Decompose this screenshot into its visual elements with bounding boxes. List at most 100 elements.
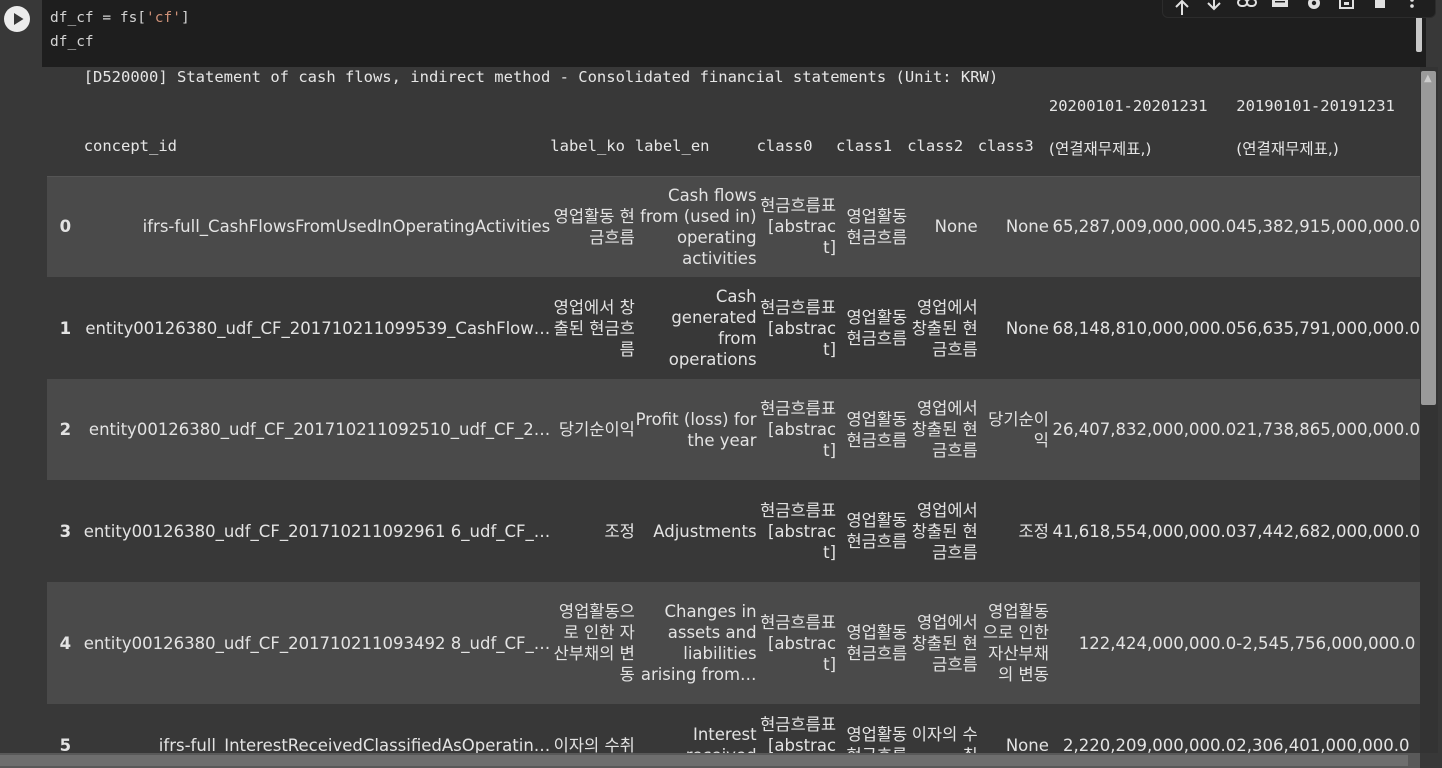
cell-output: [D520000] Statement of cash flows, indir… — [0, 67, 1442, 768]
cell-label-ko: 영업활동으로 인한 자산부채의 변동 — [550, 582, 635, 704]
cell-value-2019: 37,442,682,000,000.0 — [1236, 480, 1420, 582]
cell-class2: 이자의 수취 — [907, 704, 978, 753]
index-header-blank — [47, 137, 84, 177]
row-index: 5 — [47, 704, 84, 753]
cell-concept-id: entity00126380_udf_CF_201710211092961 6_… — [83, 480, 551, 582]
code-line: df_cf = fs['cf'] — [50, 6, 190, 30]
table-title: [D520000] Statement of cash flows, indir… — [84, 67, 1049, 137]
table-row: 0 ifrs-full_CashFlowsFromUsedInOperating… — [47, 176, 1420, 277]
run-cell-button[interactable] — [4, 6, 30, 32]
more-icon[interactable] — [1401, 0, 1423, 17]
column-header-label-ko: label_ko — [550, 137, 635, 177]
row-index: 1 — [47, 277, 84, 379]
cell-class1: 영업활동 현금흐름 — [836, 704, 908, 753]
cell-class3: 영업활동으로 인한 자산부채의 변동 — [977, 582, 1049, 704]
row-index: 2 — [47, 379, 84, 480]
column-header-class0: class0 — [756, 137, 837, 177]
gear-icon[interactable] — [1303, 0, 1325, 17]
cell-label-en: Interest received — [634, 704, 757, 753]
dataframe-table: [D520000] Statement of cash flows, indir… — [47, 67, 1420, 753]
column-header-consolidated-2019: (연결재무제표,) — [1236, 137, 1420, 177]
header-row-title: [D520000] Statement of cash flows, indir… — [47, 67, 1420, 137]
column-header-label-en: label_en — [634, 137, 757, 177]
cell-toolbar — [1162, 0, 1436, 18]
column-header-consolidated-2020: (연결재무제표,) — [1048, 137, 1237, 177]
cell-class2: 영업에서 창출된 현금흐름 — [907, 480, 978, 582]
cell-class2: None — [907, 176, 978, 277]
column-header-class3: class3 — [977, 137, 1049, 177]
cell-value-2020: 26,407,832,000,000.0 — [1048, 379, 1237, 480]
cell-concept-id: entity00126380_udf_CF_201710211092510_ud… — [83, 379, 551, 480]
cell-label-ko: 이자의 수취 — [550, 704, 635, 753]
cell-label-en: Profit (loss) for the year — [634, 379, 757, 480]
link-icon[interactable] — [1236, 0, 1258, 17]
cell-label-en: Cash flows from (used in) operating acti… — [634, 176, 757, 277]
cell-value-2019: 56,635,791,000,000.0 — [1236, 277, 1420, 379]
cell-label-en: Cash generated from operations — [634, 277, 757, 379]
period-header-2019: 20190101-20191231 — [1236, 97, 1395, 115]
cell-class1: 영업활동 현금흐름 — [836, 277, 908, 379]
cell-class3: None — [977, 277, 1049, 379]
cell-value-2020: 2,220,209,000,000.0 — [1048, 704, 1237, 753]
cell-class0: 현금흐름표 [abstract] — [756, 704, 837, 753]
cell-label-en: Adjustments — [634, 480, 757, 582]
cell-class1: 영업활동 현금흐름 — [836, 480, 908, 582]
output-vertical-scroll-thumb[interactable] — [1421, 71, 1436, 405]
cell-value-2019: 45,382,915,000,000.0 — [1236, 176, 1420, 277]
code-cell: df_cf = fs['cf'] df_cf — [0, 0, 1442, 67]
cell-class3: 당기순이익 — [977, 379, 1049, 480]
mirror-cell-icon[interactable] — [1336, 0, 1358, 17]
row-index: 3 — [47, 480, 84, 582]
cell-class3: None — [977, 176, 1049, 277]
cell-value-2020: 41,618,554,000,000.0 — [1048, 480, 1237, 582]
table-row: 4 entity00126380_udf_CF_201710211093492 … — [47, 582, 1420, 704]
cell-class0: 현금흐름표 [abstract] — [756, 480, 837, 582]
cell-value-2019: -2,545,756,000,000.0 — [1236, 582, 1420, 704]
cell-class3: 조정 — [977, 480, 1049, 582]
cell-label-en: Changes in assets and liabilities arisin… — [634, 582, 757, 704]
code-string-literal: 'cf' — [146, 10, 181, 26]
cell-value-2020: 65,287,009,000,000.0 — [1048, 176, 1237, 277]
cell-class3: None — [977, 704, 1049, 753]
cell-concept-id: ifrs-full_InterestReceivedClassifiedAsOp… — [83, 704, 551, 753]
cell-label-ko: 당기순이익 — [550, 379, 635, 480]
cell-label-ko: 조정 — [550, 480, 635, 582]
comment-icon[interactable] — [1269, 0, 1291, 17]
row-index: 4 — [47, 582, 84, 704]
cell-concept-id: entity00126380_udf_CF_201710211093492 8_… — [83, 582, 551, 704]
cell-class1: 영업활동 현금흐름 — [836, 582, 908, 704]
cell-value-2020: 122,424,000,000.0 — [1048, 582, 1237, 704]
table-row: 3 entity00126380_udf_CF_201710211092961 … — [47, 480, 1420, 582]
header-row-columns: concept_id label_ko label_en class0 clas… — [47, 137, 1420, 177]
row-index: 0 — [47, 176, 84, 277]
table-row: 1 entity00126380_udf_CF_201710211099539_… — [47, 277, 1420, 379]
cell-label-ko: 영업에서 창출된 현금흐름 — [550, 277, 635, 379]
cell-class1: 영업활동 현금흐름 — [836, 176, 908, 277]
cell-concept-id: entity00126380_udf_CF_201710211099539_Ca… — [83, 277, 551, 379]
arrow-up-icon[interactable] — [1171, 0, 1193, 17]
code-text: ] — [180, 10, 190, 26]
column-header-class1: class1 — [836, 137, 908, 177]
cell-gutter — [0, 0, 42, 67]
table-row: 2 entity00126380_udf_CF_201710211092510_… — [47, 379, 1420, 480]
scroll-up-arrow-icon[interactable]: ▲ — [1424, 73, 1432, 84]
code-scrollbar[interactable] — [1416, 16, 1422, 52]
cell-label-ko: 영업활동 현금흐름 — [550, 176, 635, 277]
cell-class2: 영업에서 창출된 현금흐름 — [907, 277, 978, 379]
table-row: 5 ifrs-full_InterestReceivedClassifiedAs… — [47, 704, 1420, 753]
cell-class0: 현금흐름표 [abstract] — [756, 277, 837, 379]
period-header-2020: 20200101-20201231 — [1048, 97, 1208, 115]
cell-class1: 영업활동 현금흐름 — [836, 379, 908, 480]
index-header-blank — [47, 67, 84, 137]
code-line: df_cf — [50, 34, 94, 50]
table-title-text: [D520000] Statement of cash flows, indir… — [83, 68, 999, 86]
cell-class2: 영업에서 창출된 현금흐름 — [907, 582, 978, 704]
output-horizontal-scroll-thumb[interactable] — [0, 755, 1408, 766]
arrow-down-icon[interactable] — [1203, 0, 1225, 17]
dataframe-viewport: [D520000] Statement of cash flows, indir… — [47, 67, 1420, 753]
cell-value-2019: 21,738,865,000,000.0 — [1236, 379, 1420, 480]
delete-icon[interactable] — [1369, 0, 1391, 17]
cell-concept-id: ifrs-full_CashFlowsFromUsedInOperatingAc… — [83, 176, 551, 277]
cell-class2: 영업에서 창출된 현금흐름 — [907, 379, 978, 480]
code-text: df_cf = fs[ — [50, 10, 147, 26]
